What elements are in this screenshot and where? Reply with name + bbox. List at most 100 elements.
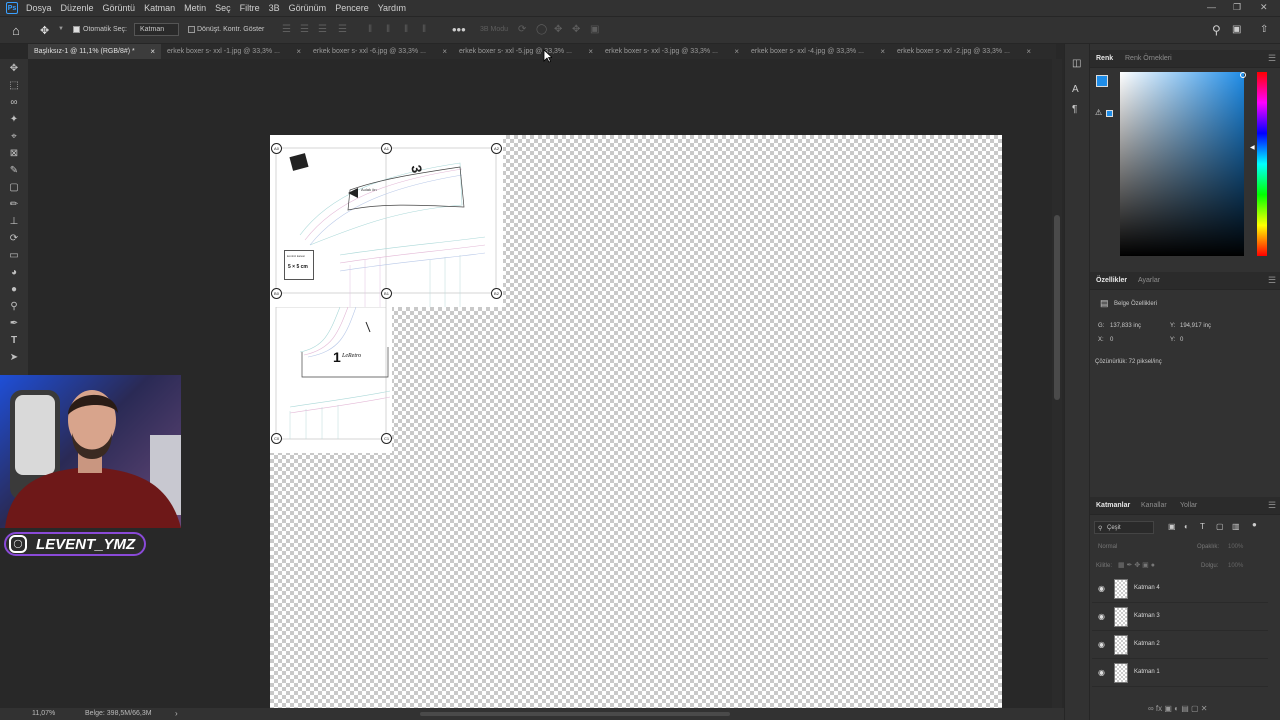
color-picker-field[interactable]: [1120, 72, 1244, 256]
visibility-eye-icon[interactable]: ◉: [1098, 584, 1105, 593]
character-icon[interactable]: A: [1072, 84, 1079, 95]
close-tab-icon[interactable]: ×: [588, 47, 593, 56]
3d-pan-icon[interactable]: ✥: [554, 24, 562, 35]
move-tool-icon[interactable]: ✥: [40, 24, 49, 37]
align-right-icon[interactable]: ☰: [318, 24, 327, 35]
filter-shape-icon[interactable]: ▢: [1216, 522, 1224, 531]
visibility-eye-icon[interactable]: ◉: [1098, 668, 1105, 677]
lock-icons[interactable]: ▦ ✒ ✥ ▣ ●: [1118, 561, 1155, 569]
quick-select-tool-icon[interactable]: ✦: [6, 113, 22, 127]
align-center-icon[interactable]: ☰: [300, 24, 309, 35]
hue-slider[interactable]: [1257, 72, 1267, 256]
menu-layer[interactable]: Katman: [144, 3, 175, 13]
close-tab-icon[interactable]: ×: [150, 47, 155, 56]
layer-filter-dropdown[interactable]: ⚲ Çeşit: [1094, 521, 1154, 534]
web-safe-swatch[interactable]: [1106, 110, 1113, 117]
move-tool-icon[interactable]: ✥: [6, 62, 22, 76]
chevron-right-icon[interactable]: ›: [175, 709, 178, 718]
distribute-bottom-icon[interactable]: ‖: [404, 24, 408, 35]
close-tab-icon[interactable]: ×: [442, 47, 447, 56]
menu-type[interactable]: Metin: [184, 3, 206, 13]
tab-paths[interactable]: Yollar: [1180, 502, 1197, 509]
healing-brush-tool-icon[interactable]: ▢: [6, 181, 22, 195]
tab-swatches[interactable]: Renk Örnekleri: [1125, 55, 1172, 62]
minimize-icon[interactable]: —: [1207, 2, 1216, 12]
close-window-icon[interactable]: ✕: [1260, 2, 1268, 13]
distribute-middle-icon[interactable]: ‖: [386, 24, 390, 35]
dodge-tool-icon[interactable]: ⚲: [6, 300, 22, 314]
menu-image[interactable]: Görüntü: [103, 3, 136, 13]
menu-3d[interactable]: 3B: [269, 3, 280, 13]
menu-file[interactable]: Dosya: [26, 3, 52, 13]
y-value[interactable]: 0: [1180, 337, 1183, 343]
tab-boxer-6[interactable]: erkek boxer s- xxl -6.jpg @ 33,3% ... ×: [307, 44, 453, 59]
distribute-top-icon[interactable]: ‖: [368, 24, 372, 35]
vertical-scroll-thumb[interactable]: [1054, 215, 1060, 400]
path-selection-tool-icon[interactable]: ➤: [6, 351, 22, 365]
3d-scale-icon[interactable]: ▣: [590, 24, 599, 35]
tab-adjustments[interactable]: Ayarlar: [1138, 277, 1160, 284]
3d-roll-icon[interactable]: ◯: [536, 24, 547, 35]
restore-icon[interactable]: ❐: [1233, 2, 1241, 13]
menu-edit[interactable]: Düzenle: [61, 3, 94, 13]
visibility-eye-icon[interactable]: ◉: [1098, 640, 1105, 649]
paint-bucket-tool-icon[interactable]: ◕: [6, 266, 22, 280]
share-icon[interactable]: ⇧: [1260, 24, 1268, 35]
paragraph-icon[interactable]: ¶: [1072, 104, 1077, 115]
tab-layers[interactable]: Katmanlar: [1096, 502, 1130, 509]
marquee-tool-icon[interactable]: ⬚: [6, 79, 22, 93]
filter-pixel-icon[interactable]: ▣: [1168, 522, 1176, 531]
close-tab-icon[interactable]: ×: [880, 47, 885, 56]
clone-stamp-tool-icon[interactable]: ⊥: [6, 215, 22, 229]
auto-select-checkbox[interactable]: [73, 26, 80, 33]
close-tab-icon[interactable]: ×: [1026, 47, 1031, 56]
x-value[interactable]: 0: [1110, 337, 1113, 343]
close-tab-icon[interactable]: ×: [734, 47, 739, 56]
layer-row[interactable]: ◉ Katman 2: [1092, 632, 1268, 659]
layer-row[interactable]: ◉ Katman 1: [1092, 660, 1268, 687]
3d-slide-icon[interactable]: ✥: [572, 24, 580, 35]
menu-select[interactable]: Seç: [215, 3, 231, 13]
tab-boxer-4[interactable]: erkek boxer s- xxl -4.jpg @ 33,3% ... ×: [745, 44, 891, 59]
zoom-level[interactable]: 11,07%: [32, 710, 55, 717]
tab-properties[interactable]: Özellikler: [1096, 277, 1127, 284]
panel-menu-icon[interactable]: ☰: [1268, 275, 1276, 286]
align-left-icon[interactable]: ☰: [282, 24, 291, 35]
hue-slider-handle[interactable]: ◀: [1250, 144, 1255, 151]
layer-row[interactable]: ◉ Katman 4: [1092, 576, 1268, 603]
blur-tool-icon[interactable]: ●: [6, 283, 22, 297]
auto-select-dropdown[interactable]: Katman: [134, 23, 180, 36]
menu-help[interactable]: Yardım: [378, 3, 406, 13]
menu-window[interactable]: Pencere: [335, 3, 369, 13]
color-picker-cursor[interactable]: [1240, 72, 1246, 78]
visibility-eye-icon[interactable]: ◉: [1098, 612, 1105, 621]
filter-adjustment-icon[interactable]: ◐: [1184, 522, 1189, 531]
menu-view[interactable]: Görünüm: [289, 3, 327, 13]
pen-tool-icon[interactable]: ✒: [6, 317, 22, 331]
filter-type-icon[interactable]: T: [1200, 522, 1205, 531]
history-brush-tool-icon[interactable]: ⟳: [6, 232, 22, 246]
close-tab-icon[interactable]: ×: [296, 47, 301, 56]
frame-tool-icon[interactable]: ⊠: [6, 147, 22, 161]
tab-color[interactable]: Renk: [1096, 55, 1113, 62]
eraser-tool-icon[interactable]: ▭: [6, 249, 22, 263]
home-icon[interactable]: ⌂: [12, 23, 20, 38]
tab-boxer-5[interactable]: erkek boxer s- xxl -5.jpg @ 33,3% ... ×: [453, 44, 599, 59]
panel-menu-icon[interactable]: ☰: [1268, 500, 1276, 511]
history-icon[interactable]: ◫: [1072, 58, 1081, 69]
3d-orbit-icon[interactable]: ⟳: [518, 24, 526, 35]
tab-boxer-3[interactable]: erkek boxer s- xxl -3.jpg @ 33,3% ... ×: [599, 44, 745, 59]
workspace-icon[interactable]: ▣: [1232, 24, 1241, 35]
tab-untitled-1[interactable]: Başlıksız-1 @ 11,1% (RGB/8#) * ×: [28, 44, 161, 59]
opacity-value[interactable]: 100%: [1228, 544, 1243, 550]
chevron-down-icon[interactable]: ▼: [58, 26, 64, 32]
eyedropper-tool-icon[interactable]: ✎: [6, 164, 22, 178]
layer-row[interactable]: ◉ Katman 3: [1092, 604, 1268, 631]
distribute-left-icon[interactable]: ‖: [422, 24, 426, 35]
panel-menu-icon[interactable]: ☰: [1268, 53, 1276, 64]
blend-mode-dropdown[interactable]: Normal: [1098, 544, 1117, 550]
type-tool-icon[interactable]: T: [6, 334, 22, 348]
tab-boxer-2[interactable]: erkek boxer s- xxl -2.jpg @ 33,3% ... ×: [891, 44, 1037, 59]
fill-value[interactable]: 100%: [1228, 563, 1243, 569]
filter-toggle-icon[interactable]: ●: [1252, 520, 1257, 529]
